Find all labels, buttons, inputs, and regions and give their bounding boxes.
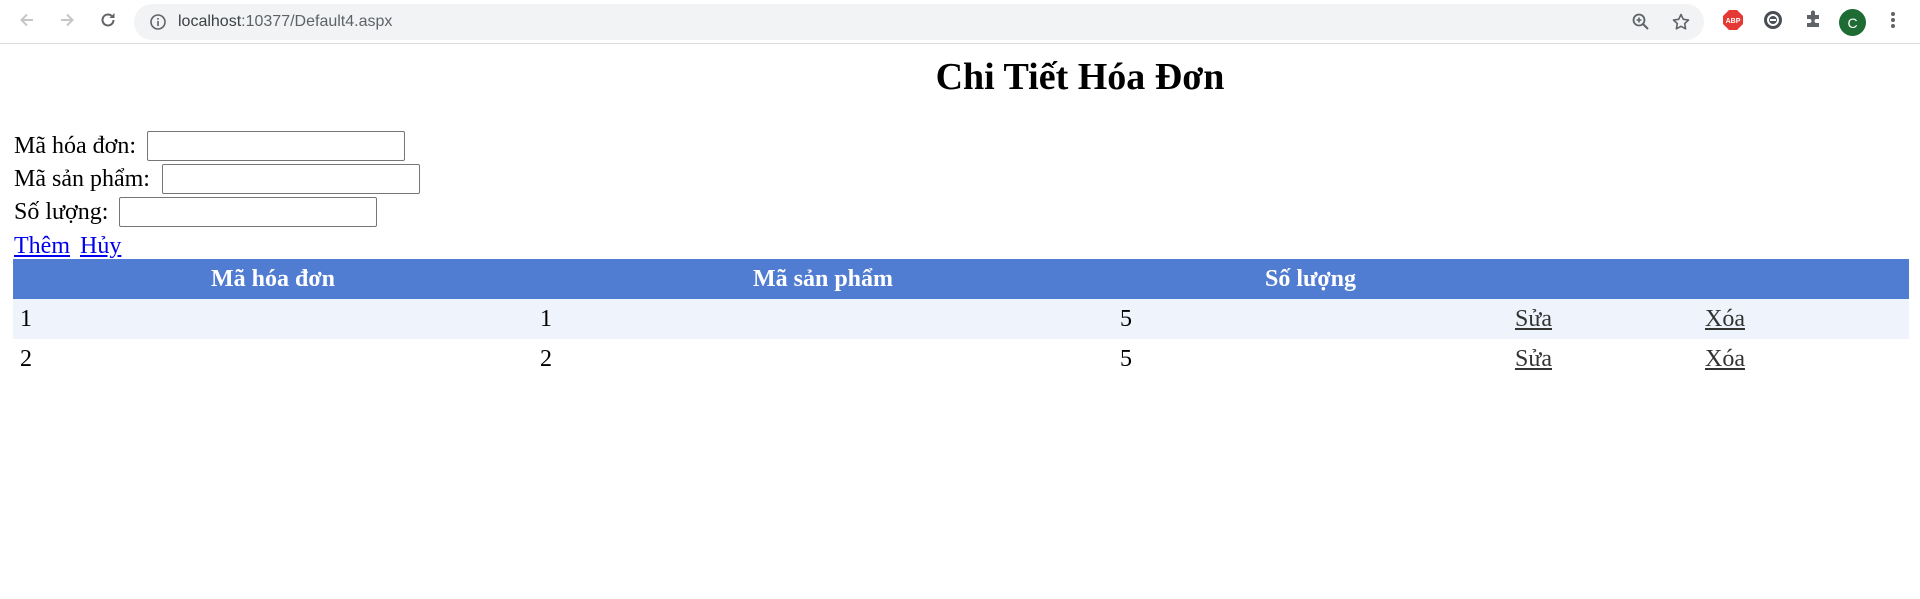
back-button[interactable] [15,10,39,34]
column-header-product: Mã sản phẩm [533,259,1113,299]
cell-quantity: 5 [1113,299,1508,339]
cell-delete: Xóa [1698,299,1909,339]
forward-button[interactable] [55,10,79,34]
column-header-edit [1508,259,1698,299]
cell-quantity: 5 [1120,345,1132,372]
quantity-label: Số lượng: [14,199,109,225]
product-id-label: Mã sản phẩm: [14,166,150,192]
form-actions: Thêm Hủy [14,231,131,261]
forward-arrow-icon [57,10,77,35]
browser-menu-button[interactable] [1881,10,1905,34]
delete-link[interactable]: Xóa [1705,306,1745,332]
extension-badge-icon [1762,9,1784,36]
invoice-detail-table: Mã hóa đơn Mã sản phẩm Số lượng 1 1 5 Sử… [13,259,1909,379]
reload-icon [98,10,118,35]
adblock-icon: ABP [1722,9,1744,36]
cancel-link[interactable]: Hủy [80,233,121,259]
delete-link[interactable]: Xóa [1705,346,1745,372]
table-header-row: Mã hóa đơn Mã sản phẩm Số lượng [13,259,1909,299]
quantity-row: Số lượng: [14,197,377,227]
cell-product: 2 [540,345,552,372]
cell-edit: Sửa [1508,299,1698,339]
page-content: Chi Tiết Hóa Đơn Mã hóa đơn: Mã sản phẩm… [0,45,1920,599]
table-row: 2 2 5 Sửa Xóa [13,339,1909,379]
column-header-invoice: Mã hóa đơn [13,259,533,299]
bookmark-star-icon[interactable] [1671,12,1691,37]
browser-toolbar: localhost:10377/Default4.aspx ABP C [0,0,1920,44]
cell-invoice: 2 [20,345,32,372]
reload-button[interactable] [96,10,120,34]
url-path: :10377/Default4.aspx [241,13,393,30]
extensions-menu-button[interactable] [1801,10,1825,34]
invoice-id-label: Mã hóa đơn: [14,133,137,159]
back-arrow-icon [17,10,37,35]
edit-link[interactable]: Sửa [1515,346,1552,372]
url-text: localhost:10377/Default4.aspx [178,4,392,40]
invoice-id-input[interactable] [147,131,405,161]
product-id-input[interactable] [162,164,420,194]
cell-edit: Sửa [1508,339,1698,379]
zoom-icon[interactable] [1631,12,1651,37]
add-link[interactable]: Thêm [14,233,70,259]
puzzle-icon [1803,10,1823,35]
table-row: 1 1 5 Sửa Xóa [13,299,1909,339]
edit-link[interactable]: Sửa [1515,306,1552,332]
cell-invoice: 1 [13,299,533,339]
svg-text:ABP: ABP [1726,18,1741,25]
invoice-id-row: Mã hóa đơn: [14,131,405,161]
column-header-quantity: Số lượng [1113,259,1508,299]
url-host: localhost [178,13,242,30]
address-bar[interactable]: localhost:10377/Default4.aspx [134,4,1704,40]
more-vertical-icon [1890,10,1896,35]
product-id-row: Mã sản phẩm: [14,164,420,194]
profile-avatar[interactable]: C [1839,9,1866,36]
extension-button[interactable] [1761,10,1785,34]
cell-product: 1 [533,299,1113,339]
page-title: Chi Tiết Hóa Đơn [935,56,1225,98]
site-info-icon[interactable] [149,13,167,36]
cell-delete: Xóa [1698,339,1909,379]
quantity-input[interactable] [119,197,377,227]
column-header-delete [1698,259,1909,299]
adblock-extension-button[interactable]: ABP [1721,9,1745,36]
